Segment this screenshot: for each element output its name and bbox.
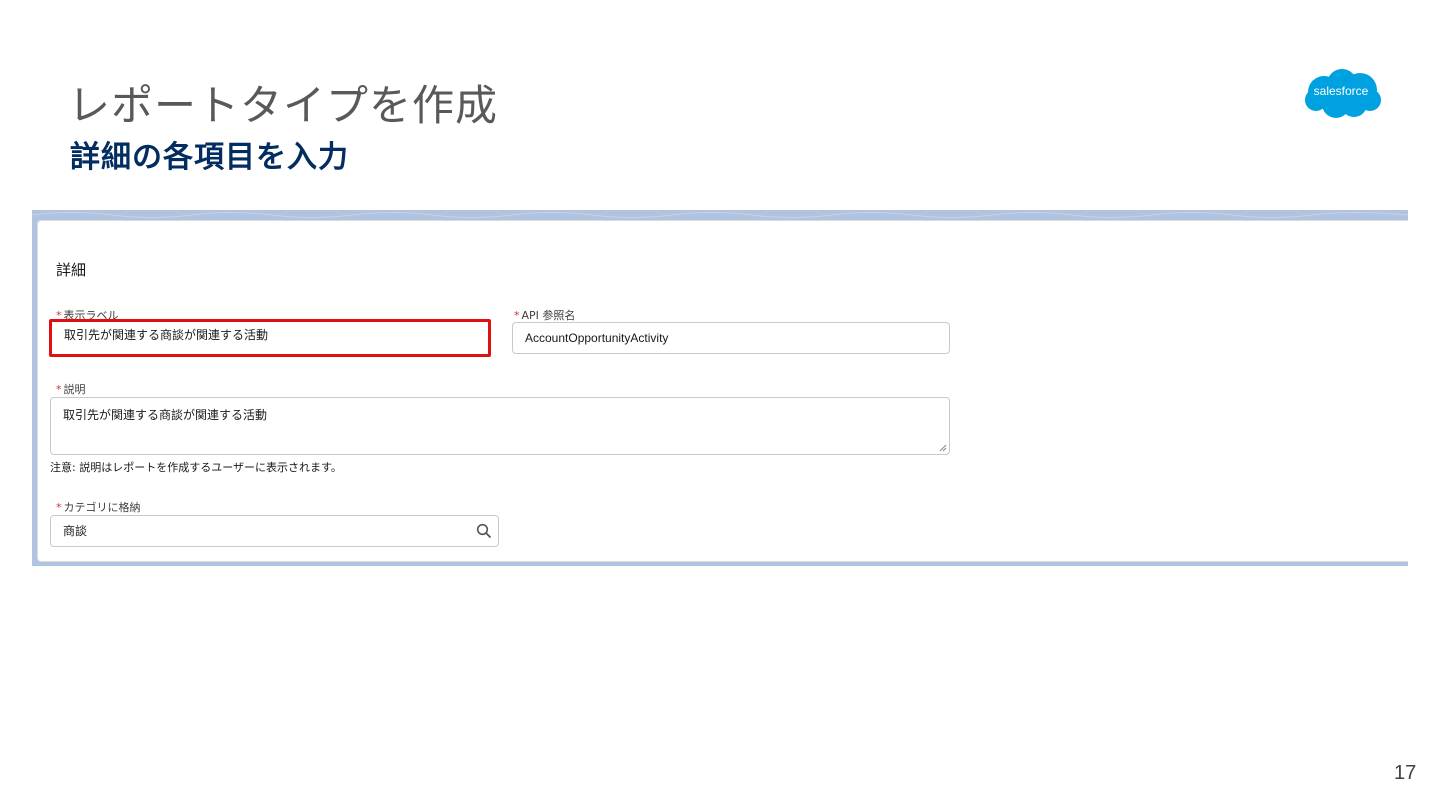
api-name-label: * API 参照名: [514, 307, 575, 323]
form-screenshot: 詳細 * 表示ラベル 取引先が関連する商談が関連する活動 * API 参照名 Acc…: [32, 210, 1408, 566]
salesforce-logo: salesforce: [1300, 66, 1382, 122]
category-lookup-input[interactable]: 商談: [50, 515, 499, 547]
api-name-label-text: API 参照名: [521, 309, 576, 322]
required-mark: *: [514, 309, 520, 322]
category-label-text: カテゴリに格納: [63, 501, 141, 514]
details-card: 詳細 * 表示ラベル 取引先が関連する商談が関連する活動 * API 参照名 Acc…: [37, 220, 1408, 562]
header-pattern: [32, 212, 1408, 218]
description-label: * 説明: [56, 381, 86, 397]
required-mark: *: [56, 501, 62, 514]
slide-title: レポートタイプを作成: [68, 81, 499, 130]
page-number: 17: [1394, 762, 1417, 784]
description-note: 注意: 説明はレポートを作成するユーザーに表示されます。: [50, 461, 342, 474]
api-name-input[interactable]: AccountOpportunityActivity: [512, 322, 950, 354]
api-name-value: AccountOpportunityActivity: [525, 331, 669, 345]
display-label-input[interactable]: 取引先が関連する商談が関連する活動: [49, 319, 491, 357]
logo-text: salesforce: [1313, 84, 1369, 98]
required-mark: *: [56, 383, 62, 396]
category-label: * カテゴリに格納: [56, 499, 141, 515]
description-value: 取引先が関連する商談が関連する活動: [63, 408, 268, 422]
slide-subtitle: 詳細の各項目を入力: [70, 140, 349, 175]
search-icon[interactable]: [476, 523, 492, 539]
display-label-value: 取引先が関連する商談が関連する活動: [64, 328, 269, 342]
description-textarea[interactable]: 取引先が関連する商談が関連する活動: [50, 397, 950, 455]
section-title: 詳細: [56, 261, 87, 279]
category-value: 商談: [63, 524, 88, 538]
description-label-text: 説明: [63, 383, 86, 396]
resize-handle-icon[interactable]: [939, 444, 947, 452]
